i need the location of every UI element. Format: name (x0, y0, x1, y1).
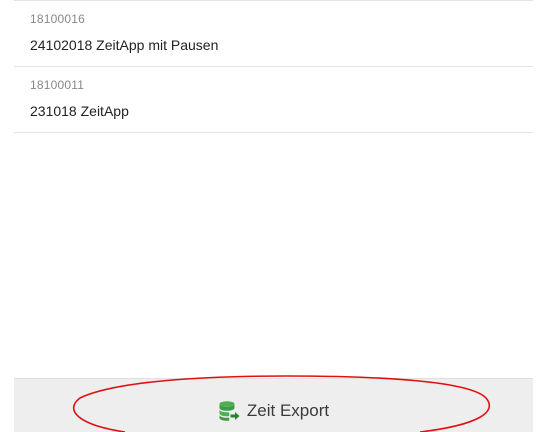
item-title: 24102018 ZeitApp mit Pausen (30, 37, 219, 53)
item-list: 18100016 24102018 ZeitApp mit Pausen 181… (0, 1, 547, 133)
item-title: 231018 ZeitApp (30, 103, 129, 119)
database-export-icon (219, 401, 240, 421)
list-item[interactable]: 18100016 24102018 ZeitApp mit Pausen (14, 1, 533, 67)
list-item[interactable]: 18100011 231018 ZeitApp (14, 67, 533, 133)
export-label: Zeit Export (246, 401, 330, 420)
export-content: Zeit Export (14, 400, 533, 422)
screen: 18100016 24102018 ZeitApp mit Pausen 181… (0, 0, 547, 432)
zeit-export-button[interactable]: Zeit Export (14, 378, 533, 432)
item-id: 18100016 (30, 12, 85, 26)
item-id: 18100011 (30, 78, 85, 92)
